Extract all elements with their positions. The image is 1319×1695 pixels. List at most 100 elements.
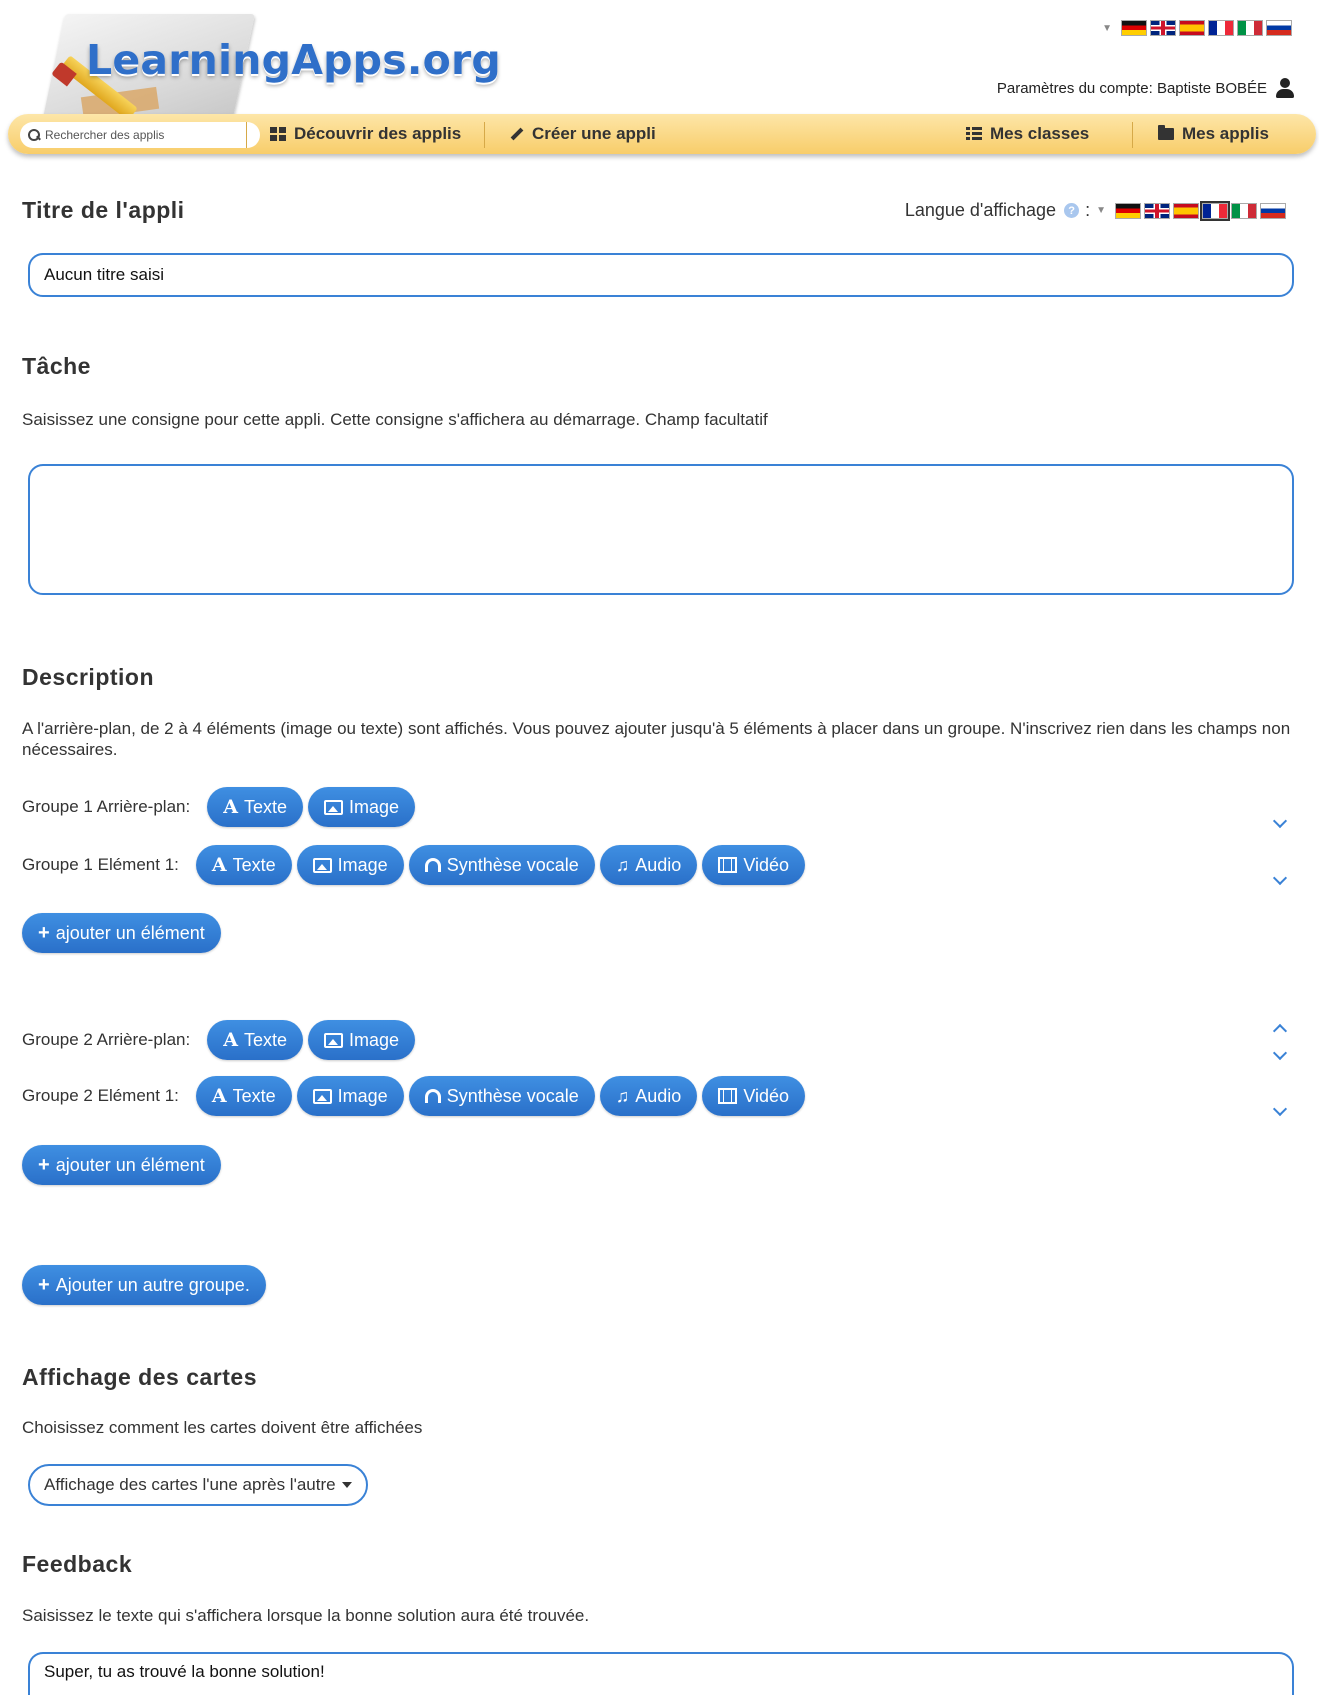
- image-icon: [312, 857, 332, 873]
- group-2-add-element-button[interactable]: + ajouter un élément: [22, 1145, 221, 1185]
- main-navigation: Découvrir des applis Créer une appli Mes…: [8, 114, 1316, 154]
- display-language-colon: :: [1085, 200, 1091, 220]
- nav-discover-apps[interactable]: Découvrir des applis: [270, 124, 461, 144]
- group-2-el-image-button[interactable]: Image: [296, 1076, 404, 1116]
- tts-button-label: Synthèse vocale: [446, 1085, 579, 1106]
- group-2-bg-image-button[interactable]: Image: [307, 1020, 416, 1060]
- flag-en-icon[interactable]: [1144, 202, 1170, 219]
- feedback-heading: Feedback: [22, 1551, 133, 1577]
- folder-icon: [1158, 125, 1174, 140]
- group-1-el-text-button[interactable]: A Texte: [195, 845, 292, 885]
- flag-de-icon[interactable]: [1121, 20, 1147, 36]
- group-1-background-row: Groupe 1 Arrière-plan: A Texte Image: [22, 787, 416, 827]
- app-title-field[interactable]: [28, 253, 1294, 297]
- chevron-down-icon[interactable]: [1272, 816, 1288, 828]
- add-group-label: Ajouter un autre groupe.: [55, 1274, 250, 1295]
- text-button-label: Texte: [243, 796, 287, 817]
- chevron-down-icon[interactable]: [1272, 873, 1288, 885]
- site-header: LearningApps.org ▼ Paramètres du compte:…: [0, 0, 1319, 175]
- nav-my-apps[interactable]: Mes applis: [1158, 124, 1269, 144]
- group-2-add-element-row: + ajouter un élément: [22, 1145, 221, 1185]
- flag-es-icon[interactable]: [1173, 202, 1199, 219]
- feedback-input[interactable]: [30, 1654, 1292, 1692]
- video-button-label: Vidéo: [743, 854, 790, 875]
- task-textarea[interactable]: [30, 466, 1292, 586]
- group-2-el-tts-button[interactable]: Synthèse vocale: [408, 1076, 595, 1116]
- task-hint: Saisissez une consigne pour cette appli.…: [22, 410, 768, 429]
- search-input[interactable]: [45, 128, 255, 142]
- text-icon: A: [211, 854, 227, 876]
- language-selector-top[interactable]: ▼: [1102, 20, 1292, 36]
- account-settings-link[interactable]: Paramètres du compte: Baptiste BOBÉE: [997, 78, 1295, 98]
- search-icon: [28, 129, 40, 141]
- tts-button-label: Synthèse vocale: [446, 854, 579, 875]
- task-field[interactable]: [28, 464, 1294, 595]
- caret-down-icon[interactable]: ▼: [1096, 205, 1106, 216]
- nav-create-app[interactable]: Créer une appli: [508, 124, 656, 144]
- flag-it-icon[interactable]: [1237, 20, 1263, 36]
- task-heading: Tâche: [22, 353, 91, 379]
- group-2-background-label: Groupe 2 Arrière-plan:: [22, 1030, 191, 1049]
- description-heading: Description: [22, 664, 155, 690]
- flag-en-icon[interactable]: [1150, 20, 1176, 36]
- add-element-label: ajouter un élément: [55, 1154, 205, 1175]
- film-icon: [718, 857, 738, 873]
- group-1-el-video-button[interactable]: Vidéo: [702, 845, 806, 885]
- film-icon: [718, 1088, 738, 1104]
- group-1-add-element-button[interactable]: + ajouter un élément: [22, 913, 221, 953]
- nav-my-classes[interactable]: Mes classes: [966, 124, 1089, 144]
- plus-icon: +: [38, 1153, 50, 1176]
- image-button-label: Image: [337, 1085, 388, 1106]
- display-language-flags[interactable]: ▼: [1096, 200, 1286, 221]
- list-icon: [966, 127, 982, 141]
- flag-fr-icon[interactable]: [1200, 200, 1230, 221]
- learningapps-logo[interactable]: LearningApps.org: [26, 6, 501, 121]
- logo-text: LearningApps.org: [86, 36, 501, 84]
- flag-ru-icon[interactable]: [1260, 202, 1286, 219]
- group-1-el-audio-button[interactable]: ♫ Audio: [599, 845, 698, 885]
- search-box[interactable]: [20, 122, 260, 148]
- image-icon: [323, 1032, 343, 1048]
- text-button-label: Texte: [243, 1029, 287, 1050]
- app-title-input[interactable]: [30, 255, 1292, 295]
- group-2-el-video-button[interactable]: Vidéo: [702, 1076, 806, 1116]
- group-1-element-1-label: Groupe 1 Elément 1:: [22, 855, 179, 874]
- cards-display-select[interactable]: Affichage des cartes l'une après l'autre: [28, 1464, 368, 1506]
- audio-button-label: Audio: [635, 854, 682, 875]
- flag-fr-icon[interactable]: [1208, 20, 1234, 36]
- flag-ru-icon[interactable]: [1266, 20, 1292, 36]
- group-1-el-image-button[interactable]: Image: [296, 845, 404, 885]
- flag-de-icon[interactable]: [1115, 202, 1141, 219]
- feedback-field[interactable]: [28, 1652, 1294, 1695]
- group-2-el-text-button[interactable]: A Texte: [195, 1076, 292, 1116]
- user-icon: [1275, 78, 1295, 98]
- chevron-down-icon[interactable]: [1272, 1104, 1288, 1116]
- nav-create-label: Créer une appli: [532, 124, 656, 143]
- group-2-bg-text-button[interactable]: A Texte: [207, 1020, 303, 1060]
- nav-my-apps-label: Mes applis: [1182, 124, 1269, 143]
- text-icon: A: [211, 1085, 227, 1107]
- flag-es-icon[interactable]: [1179, 20, 1205, 36]
- group-1-el-tts-button[interactable]: Synthèse vocale: [408, 845, 595, 885]
- chevron-down-icon[interactable]: [1272, 1048, 1288, 1060]
- group-1-bg-text-button[interactable]: A Texte: [207, 787, 303, 827]
- help-icon[interactable]: ?: [1064, 203, 1080, 218]
- image-button-label: Image: [348, 1029, 400, 1050]
- caret-down-icon[interactable]: ▼: [1102, 23, 1112, 34]
- display-language-selector: Langue d'affichage ? : ▼: [905, 200, 1286, 221]
- group-2-element-1-row: Groupe 2 Elément 1: A Texte Image Synthès…: [22, 1076, 806, 1116]
- text-icon: A: [223, 796, 238, 818]
- chevron-up-icon[interactable]: [1272, 1022, 1288, 1034]
- add-group-button[interactable]: + Ajouter un autre groupe.: [22, 1265, 266, 1305]
- group-1-background-label: Groupe 1 Arrière-plan:: [22, 797, 191, 816]
- headphones-icon: [424, 1089, 441, 1103]
- image-icon: [323, 799, 343, 815]
- image-icon: [312, 1088, 332, 1104]
- group-2-element-1-label: Groupe 2 Elément 1:: [22, 1086, 179, 1105]
- flag-it-icon[interactable]: [1231, 202, 1257, 219]
- add-group-row: + Ajouter un autre groupe.: [22, 1265, 266, 1305]
- group-1-add-element-row: + ajouter un élément: [22, 913, 221, 953]
- group-2-el-audio-button[interactable]: ♫ Audio: [599, 1076, 698, 1116]
- text-icon: A: [223, 1029, 238, 1051]
- group-1-bg-image-button[interactable]: Image: [307, 787, 416, 827]
